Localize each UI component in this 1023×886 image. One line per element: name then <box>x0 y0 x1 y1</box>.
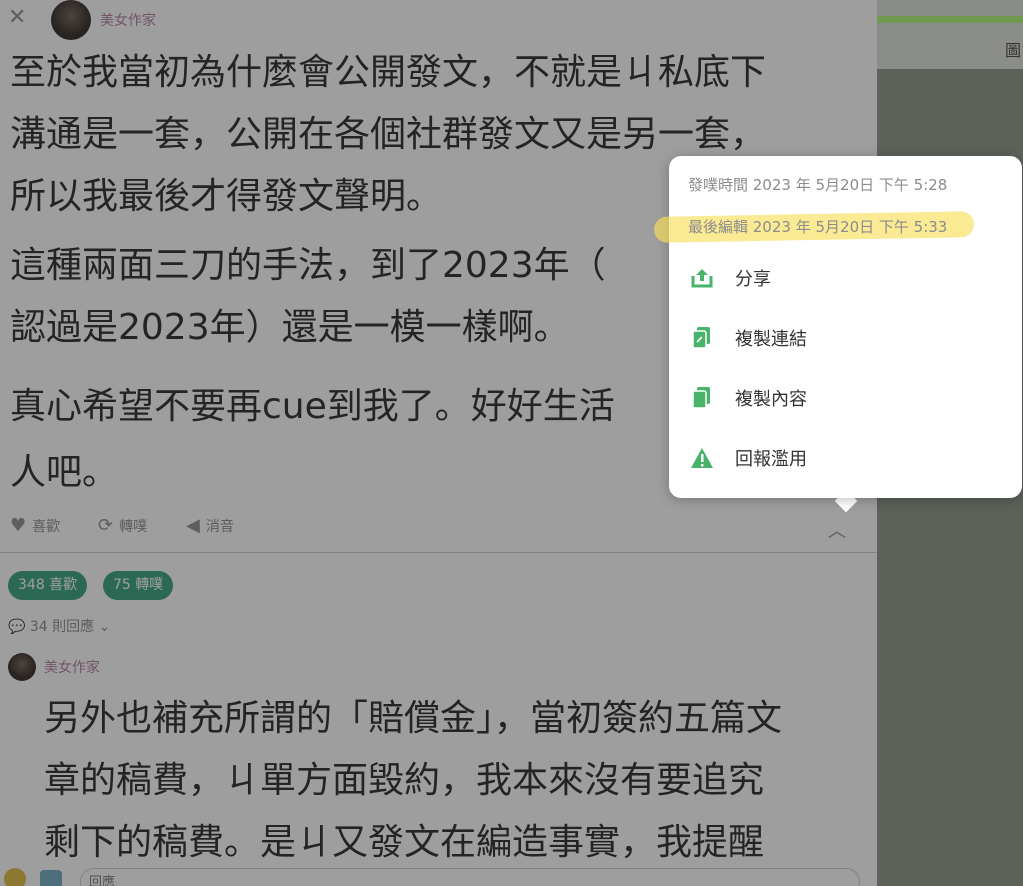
share-icon <box>689 265 715 291</box>
menu-item-copy-link[interactable]: 複製連結 <box>689 318 999 358</box>
popup-menu: 發噗時間 2023 年 5月20日 下午 5:28 最後編輯 2023 年 5月… <box>653 156 1022 498</box>
menu-item-copy-content[interactable]: 複製內容 <box>689 378 999 418</box>
menu-item-label: 複製連結 <box>735 329 807 350</box>
side-header: 圖 <box>877 23 1023 69</box>
copy-content-icon <box>689 385 715 411</box>
menu-item-label: 複製內容 <box>735 389 807 410</box>
warning-icon <box>689 445 715 471</box>
side-topbar <box>877 0 1023 16</box>
edited-time: 最後編輯 2023 年 5月20日 下午 5:33 <box>688 218 948 236</box>
menu-item-share[interactable]: 分享 <box>689 258 999 298</box>
side-header-label[interactable]: 圖 <box>1005 37 1021 61</box>
menu-item-report[interactable]: 回報濫用 <box>689 438 999 478</box>
posted-time: 發噗時間 2023 年 5月20日 下午 5:28 <box>688 176 948 194</box>
menu-item-label: 回報濫用 <box>735 449 807 470</box>
side-accent-line <box>877 16 1023 23</box>
menu-item-label: 分享 <box>735 269 771 290</box>
copy-link-icon <box>689 325 715 351</box>
